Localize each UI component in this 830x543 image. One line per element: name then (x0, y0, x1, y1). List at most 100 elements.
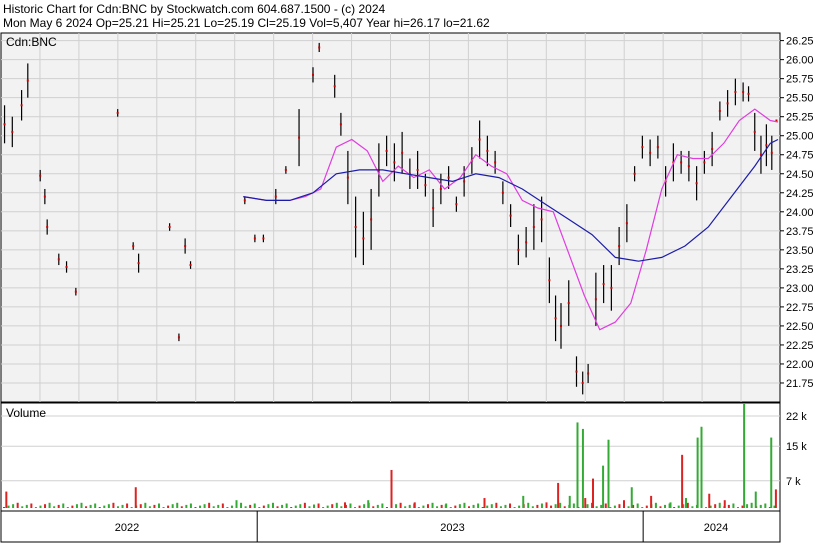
volume-base-bar (112, 502, 115, 508)
volume-base-bar (253, 503, 256, 508)
volume-bar (602, 465, 605, 508)
price-close-mark (525, 241, 528, 244)
volume-base-bar (281, 504, 284, 508)
volume-base-bar (153, 504, 156, 508)
price-close-mark (184, 245, 187, 248)
price-close-mark (726, 102, 729, 105)
volume-base-bar (550, 505, 553, 508)
volume-base-bar (604, 503, 607, 508)
volume-bar (235, 500, 238, 508)
volume-base-bar (240, 502, 243, 508)
price-close-mark (243, 199, 246, 202)
volume-base-bar (381, 503, 384, 508)
volume-bar (754, 491, 757, 508)
volume-bar (708, 493, 711, 508)
price-close-mark (43, 195, 46, 198)
volume-base-bar (34, 507, 37, 508)
volume-bar (743, 404, 746, 508)
volume-base-bar (764, 503, 767, 508)
volume-base-bar (727, 504, 730, 508)
price-close-mark (641, 146, 644, 149)
volume-bar (630, 487, 633, 508)
price-close-mark (587, 372, 590, 375)
volume-base-bar (167, 505, 170, 508)
price-tick-label: 23.00 (786, 283, 814, 295)
volume-base-bar (144, 502, 147, 508)
volume-base-bar (66, 507, 69, 508)
volume-base-bar (116, 506, 119, 508)
volume-bar (568, 495, 571, 508)
volume-base-bar (30, 503, 33, 508)
volume-base-bar (121, 504, 124, 508)
price-close-mark (262, 237, 265, 240)
volume-base-bar (176, 502, 179, 508)
price-close-mark (486, 149, 489, 152)
price-close-mark (532, 226, 535, 229)
price-close-mark (765, 144, 768, 147)
volume-base-bar (518, 505, 521, 508)
price-close-mark (385, 149, 388, 152)
volume-base-bar (62, 503, 65, 508)
price-close-mark (703, 161, 706, 164)
price-close-mark (649, 151, 652, 154)
volume-base-bar (436, 506, 439, 508)
price-close-mark (517, 248, 520, 251)
volume-base-bar (417, 507, 420, 508)
volume-base-bar (267, 504, 270, 508)
price-tick-label: 24.00 (786, 207, 814, 219)
price-close-mark (494, 161, 497, 164)
volume-base-bar (627, 506, 630, 508)
volume-bar (367, 500, 370, 508)
price-close-mark (393, 161, 396, 164)
price-close-mark (333, 85, 336, 88)
volume-base-bar (290, 507, 293, 508)
volume-base-bar (349, 503, 352, 508)
volume-tick-label: 7 k (786, 476, 801, 488)
volume-base-bar (531, 506, 534, 508)
price-close-mark (560, 324, 562, 327)
volume-base-bar (199, 505, 202, 508)
volume-base-bar (171, 504, 174, 508)
price-tick-label: 22.50 (786, 321, 814, 333)
volume-base-bar (271, 502, 274, 508)
volume-base-bar (490, 504, 493, 508)
volume-base-bar (358, 505, 361, 508)
volume-base-bar (180, 506, 183, 508)
volume-base-bar (659, 506, 662, 508)
volume-base-bar (481, 507, 484, 508)
price-close-mark (610, 286, 613, 289)
volume-bar (134, 487, 137, 508)
volume-base-bar (98, 507, 101, 508)
volume-bar (696, 437, 699, 508)
price-close-mark (618, 245, 621, 248)
volume-base-bar (276, 506, 279, 508)
price-close-mark (680, 161, 683, 164)
header-quote: Mon May 6 2024 Op=25.21 Hi=25.21 Lo=25.1… (3, 16, 490, 30)
volume-bar (313, 504, 315, 508)
header-title: Historic Chart for Cdn:BNC by Stockwatch… (3, 2, 385, 16)
volume-bar (700, 426, 703, 508)
price-close-mark (11, 130, 14, 133)
year-label: 2024 (704, 522, 728, 534)
price-close-mark (346, 176, 349, 179)
price-tick-label: 25.00 (786, 131, 814, 143)
volume-base-bar (162, 507, 165, 508)
volume-base-bar (399, 502, 402, 508)
price-tick-label: 26.25 (786, 36, 814, 48)
price-close-mark (742, 90, 745, 93)
price-close-mark (189, 264, 192, 267)
volume-base-bar (25, 504, 28, 508)
price-close-mark (554, 317, 557, 320)
volume-base-bar (226, 507, 229, 508)
volume-base-bar (454, 505, 457, 508)
volume-bar (584, 498, 587, 508)
price-close-mark (39, 174, 42, 177)
volume-base-bar (262, 505, 265, 508)
price-close-mark (478, 138, 481, 141)
price-close-mark (416, 168, 419, 171)
price-tick-label: 23.75 (786, 226, 814, 238)
price-close-mark (274, 195, 277, 198)
price-close-mark (602, 283, 605, 286)
volume-base-bar (586, 504, 589, 508)
price-close-mark (284, 168, 287, 171)
